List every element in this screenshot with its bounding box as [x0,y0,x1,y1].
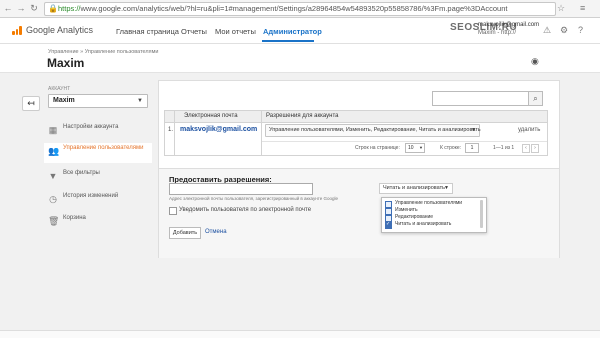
checkbox[interactable] [385,221,392,229]
analytics-logo-icon [12,26,22,35]
collapse-sidebar-button[interactable]: ↤ [22,96,40,111]
watermark-text: SEOSLIM.RU [450,22,518,33]
forward-arrow-icon[interactable]: → [16,3,26,13]
building-icon: ▦ [48,125,58,135]
user-permissions-select[interactable]: Управление пользователями, Изменить, Ред… [265,124,481,137]
browser-toolbar: ← → ↻ 🔒 https://www.google.com/analytics… [0,0,600,18]
cancel-button[interactable]: Отмена [205,229,227,235]
permission-menu: Управление пользователями Изменить Редак… [381,197,487,233]
account-select-value: Maxim [53,97,75,104]
add-button[interactable]: Добавить [169,227,201,239]
chevron-down-icon: ▼ [137,98,143,104]
option-label: Изменить [395,207,418,213]
user-management-panel: ⌕ Электронная почта Разрешения для аккау… [158,80,560,258]
goto-row-input[interactable]: 1 [465,143,479,153]
notify-label: Уведомить пользователя по электронной по… [179,207,312,213]
sidebar-item-label: Корзина [63,215,86,221]
sidebar-item-history[interactable]: ◷ История изменений [44,191,152,209]
sidebar-item-trash[interactable]: 🗑 Корзина [44,213,152,231]
notification-icon[interactable]: ⚠ [543,25,551,36]
email-hint: Адрес электронной почты пользователя, за… [169,196,339,201]
goto-row-label: К строке: [440,145,462,151]
column-header-email[interactable]: Электронная почта [184,113,238,119]
back-arrow-icon[interactable]: ← [3,3,13,13]
sidebar-item-user-management[interactable]: 👥 Управление пользователями [44,143,152,163]
notify-checkbox[interactable] [169,207,177,215]
rows-per-page-select[interactable]: 10 ▼ [405,143,425,153]
bookmark-star-icon[interactable]: ☆ [557,3,565,14]
option-label: Читать и анализировать [395,221,452,227]
user-email: maksvojlik@gmail.com [180,126,258,133]
permission-option-manage-users[interactable]: Управление пользователями [385,200,483,208]
table-header: Электронная почта Разрешения для аккаунт… [165,111,547,123]
chevron-down-icon: ▼ [471,127,476,133]
chevron-down-icon: ▼ [419,145,423,150]
next-page-icon[interactable]: › [531,144,539,153]
reload-icon[interactable]: ↻ [29,3,39,13]
sidebar-item-account-settings[interactable]: ▦ Настройки аккаунта [44,122,152,140]
user-permissions-value: Управление пользователями, Изменить, Ред… [269,127,481,133]
permission-option-collaborate[interactable]: Редактирование [385,214,483,222]
url-path: www.google.com/analytics/web/?hl=ru&pli=… [80,4,508,13]
menu-scrollbar[interactable] [480,200,483,228]
logo-text: Google Analytics [26,25,94,35]
sidebar-item-label: Настройки аккаунта [63,124,119,130]
rows-per-page-label: Строк на странице: [355,145,400,151]
column-divider [174,111,175,155]
option-label: Редактирование [395,214,434,220]
search-input[interactable] [432,91,530,106]
tab-reports[interactable]: Отчеты [181,27,207,36]
users-icon: 👥 [48,146,60,156]
trash-icon: 🗑 [48,216,60,226]
address-bar[interactable]: 🔒 https://www.google.com/analytics/web/?… [44,2,556,16]
sidebar-item-label: Управление пользователями [63,145,144,151]
view-eye-icon[interactable]: ◉ [531,56,539,67]
active-tab-indicator [262,40,314,42]
help-icon[interactable]: ? [578,25,583,35]
filter-icon: ▼ [48,171,58,181]
users-table: Электронная почта Разрешения для аккаунт… [164,110,548,156]
url-scheme: https:// [58,4,81,13]
sidebar-item-label: История изменений [63,193,119,199]
chevron-down-icon: ▼ [444,185,449,191]
tab-admin[interactable]: Администратор [263,27,322,36]
browser-menu-icon[interactable]: ≡ [580,3,585,13]
table-pager: Строк на странице: 10 ▼ К строке: 1 1—1 … [262,141,547,154]
permission-dropdown-value: Читать и анализировать [383,185,445,191]
account-select[interactable]: Maxim ▼ [48,94,148,108]
search-icon[interactable]: ⌕ [528,91,543,106]
email-field[interactable] [169,183,313,195]
sidebar-item-label: Все фильтры [63,170,100,176]
title-bar: Управление » Управление пользователями M… [0,44,600,73]
row-range: 1—1 из 1 [493,145,515,151]
column-header-permissions[interactable]: Разрешения для аккаунта [266,113,338,119]
gear-icon[interactable]: ⚙ [560,25,568,36]
prev-page-icon[interactable]: ‹ [522,144,530,153]
permission-option-read-analyze[interactable]: Читать и анализировать [385,221,483,229]
history-icon: ◷ [49,194,57,204]
lock-icon: 🔒 [48,4,58,13]
breadcrumb[interactable]: Управление » Управление пользователями [48,49,158,55]
row-number: 1. [168,127,174,133]
rows-per-page-value: 10 [408,145,414,151]
permission-option-edit[interactable]: Изменить [385,207,483,215]
permission-dropdown[interactable]: Читать и анализировать ▼ [379,183,453,194]
sidebar-item-filters[interactable]: ▼ Все фильтры [44,168,152,186]
tab-home[interactable]: Главная страница [116,27,179,36]
option-label: Управление пользователями [395,200,463,206]
grant-permissions-section: Предоставить разрешения: Адрес электронн… [159,168,559,258]
account-label: АККАУНТ [48,86,71,92]
delete-user-link[interactable]: удалить [518,127,540,133]
page-title: Maxim [47,56,85,70]
url-text: https://www.google.com/analytics/web/?hl… [58,4,552,14]
tab-my-reports[interactable]: Мои отчеты [215,27,256,36]
